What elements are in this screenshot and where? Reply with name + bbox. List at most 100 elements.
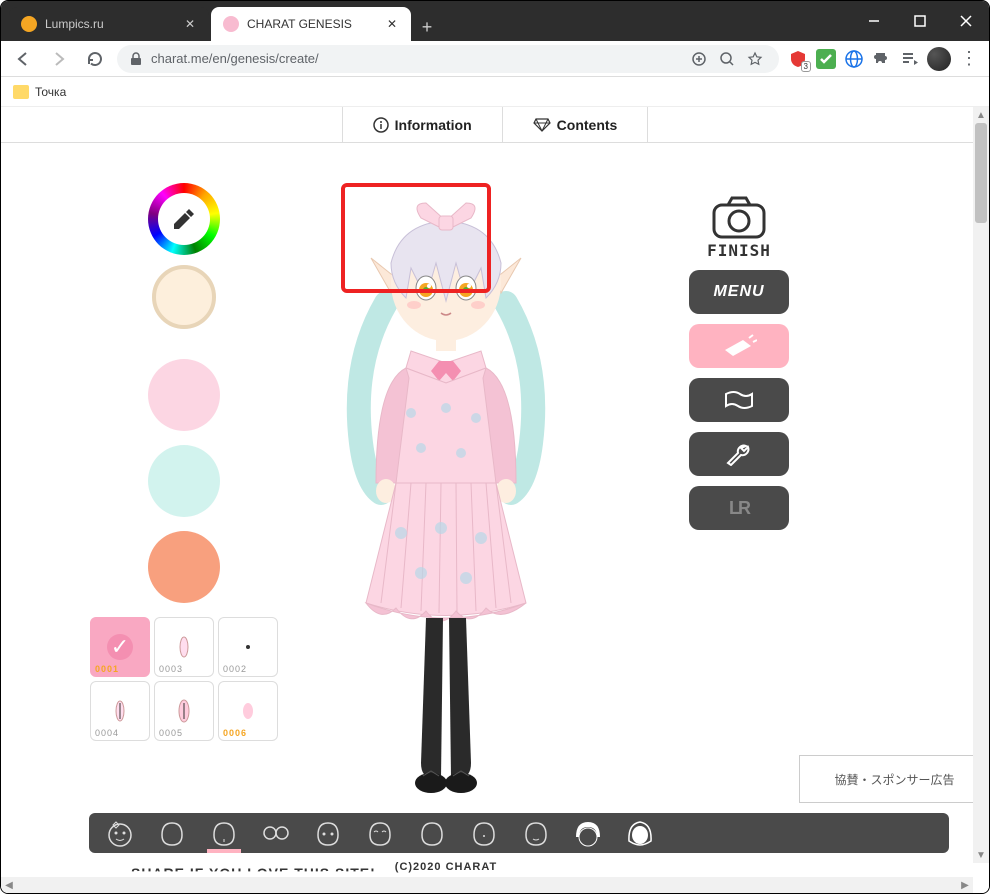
reading-list-button[interactable]: [899, 48, 921, 70]
right-toolbar: FINISH MENU LR: [689, 193, 789, 530]
bookmark-label[interactable]: Точка: [35, 85, 66, 99]
diamond-icon: [533, 117, 551, 133]
head-nose-icon: [470, 819, 498, 847]
item-option-1[interactable]: 0001: [90, 617, 150, 677]
cat-mouth[interactable]: [515, 815, 557, 851]
cat-face-3[interactable]: [411, 815, 453, 851]
item-option-3[interactable]: 0002: [218, 617, 278, 677]
bookmarks-bar: Точка: [1, 77, 989, 107]
item-option-6[interactable]: 0006: [218, 681, 278, 741]
mirror-tool-button[interactable]: LR: [689, 486, 789, 530]
close-icon[interactable]: ✕: [183, 17, 197, 31]
extensions-puzzle-button[interactable]: [871, 48, 893, 70]
cat-random[interactable]: [99, 815, 141, 851]
profile-avatar[interactable]: [927, 47, 951, 71]
maximize-icon: [914, 15, 926, 27]
vertical-scrollbar[interactable]: ▲ ▼: [973, 107, 989, 863]
addressbar-actions: [687, 47, 767, 71]
cat-face-2[interactable]: [203, 815, 245, 851]
scroll-right-arrow[interactable]: ▶: [957, 877, 973, 893]
close-icon: [960, 15, 972, 27]
minimize-button[interactable]: [851, 1, 897, 41]
menu-button[interactable]: MENU: [689, 270, 789, 314]
ear-shape-icon: [177, 699, 191, 723]
color-picker-button[interactable]: [148, 183, 220, 255]
tab-lumpics[interactable]: Lumpics.ru ✕: [9, 7, 209, 41]
color-swatch-1[interactable]: [148, 359, 220, 431]
scroll-left-arrow[interactable]: ◀: [1, 877, 17, 893]
back-button[interactable]: [9, 45, 37, 73]
highlight-box: [341, 183, 491, 293]
minimize-icon: [868, 15, 880, 27]
cat-hair-front[interactable]: [567, 815, 609, 851]
url-text: charat.me/en/genesis/create/: [151, 51, 319, 66]
eyedropper-icon: [148, 183, 220, 255]
cat-eyes[interactable]: [307, 815, 349, 851]
install-icon: [691, 51, 707, 67]
cat-nose[interactable]: [463, 815, 505, 851]
dot-shape-icon: [243, 642, 253, 652]
extensions: 3 ⋮: [787, 47, 981, 71]
scroll-thumb[interactable]: [975, 123, 987, 223]
scroll-up-arrow[interactable]: ▲: [973, 107, 989, 123]
flag-tool-button[interactable]: [689, 378, 789, 422]
zoom-icon: [719, 51, 735, 67]
editor-area: 0001 0003 0002 0004: [1, 143, 989, 893]
scroll-down-arrow[interactable]: ▼: [973, 847, 989, 863]
cat-hair-back[interactable]: [619, 815, 661, 851]
maximize-button[interactable]: [897, 1, 943, 41]
favicon-icon: [21, 16, 37, 32]
copyright-text: (C)2020 CHARAT: [395, 861, 497, 873]
brush-tool-button[interactable]: [689, 324, 789, 368]
close-icon[interactable]: ✕: [385, 17, 399, 31]
item-id: 0003: [159, 664, 183, 674]
favicon-icon: [223, 16, 239, 32]
new-tab-button[interactable]: +: [413, 13, 441, 41]
color-swatch-2[interactable]: [148, 445, 220, 517]
folder-icon: [13, 85, 29, 99]
address-bar[interactable]: charat.me/en/genesis/create/: [117, 45, 779, 73]
flashlight-icon: [721, 334, 757, 358]
color-swatch-3[interactable]: [148, 531, 220, 603]
close-button[interactable]: [943, 1, 989, 41]
finish-button[interactable]: FINISH: [707, 193, 771, 260]
zoom-button[interactable]: [715, 47, 739, 71]
ear-shape-icon: [241, 702, 255, 720]
item-option-5[interactable]: 0005: [154, 681, 214, 741]
ext-adblock[interactable]: 3: [787, 48, 809, 70]
ad-sponsor-box[interactable]: 協賛・スポンサー広告: [799, 755, 989, 803]
playlist-icon: [901, 50, 919, 68]
head-eyes-icon: [314, 819, 342, 847]
reload-icon: [86, 50, 104, 68]
info-icon: [373, 117, 389, 133]
tab-charat[interactable]: CHARAT GENESIS ✕: [211, 7, 411, 41]
bookmark-button[interactable]: [743, 47, 767, 71]
item-grid: 0001 0003 0002 0004: [90, 617, 278, 741]
install-app-button[interactable]: [687, 47, 711, 71]
cat-brows[interactable]: [359, 815, 401, 851]
wrench-icon: [724, 442, 754, 466]
ad-text: 協賛・スポンサー広告: [834, 771, 954, 788]
horizontal-scrollbar[interactable]: ◀ ▶: [1, 877, 973, 893]
cat-glasses[interactable]: [255, 815, 297, 851]
settings-tool-button[interactable]: [689, 432, 789, 476]
titlebar: Lumpics.ru ✕ CHARAT GENESIS ✕ +: [1, 1, 989, 41]
item-option-2[interactable]: 0003: [154, 617, 214, 677]
ext-badge: 3: [801, 61, 811, 72]
tab-contents[interactable]: Contents: [503, 107, 649, 142]
item-id: 0001: [95, 664, 119, 674]
cat-face-1[interactable]: [151, 815, 193, 851]
item-option-4[interactable]: 0004: [90, 681, 150, 741]
category-bar: [89, 813, 949, 853]
arrow-left-icon: [14, 50, 32, 68]
browser-menu-button[interactable]: ⋮: [957, 47, 981, 71]
camera-icon: [710, 193, 768, 239]
reload-button[interactable]: [81, 45, 109, 73]
ext-translate[interactable]: [843, 48, 865, 70]
forward-button[interactable]: [45, 45, 73, 73]
tab-information[interactable]: Information: [342, 107, 503, 142]
ext-check[interactable]: [815, 48, 837, 70]
item-id: 0004: [95, 728, 119, 738]
skin-color-swatch[interactable]: [152, 265, 216, 329]
head-outline-icon: [418, 819, 446, 847]
